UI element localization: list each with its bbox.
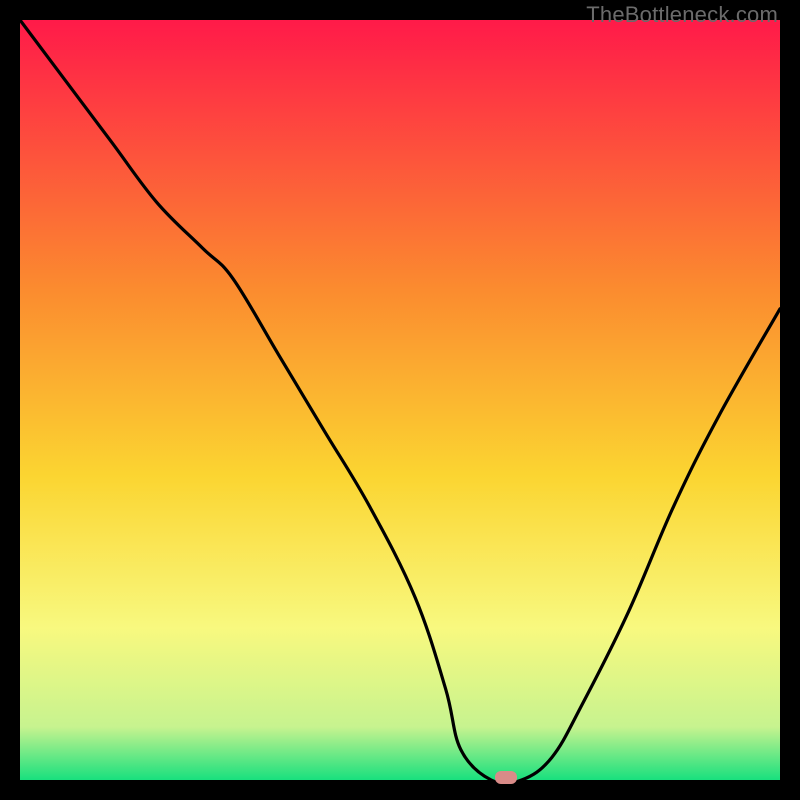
watermark-text: TheBottleneck.com <box>586 2 778 28</box>
optimal-point-marker <box>495 771 517 784</box>
bottleneck-curve <box>20 20 780 780</box>
